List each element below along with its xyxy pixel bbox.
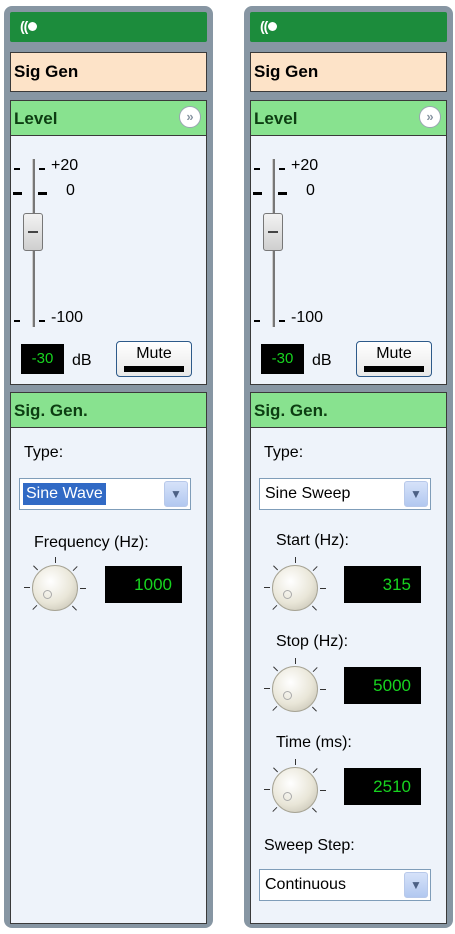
level-fader-thumb[interactable] <box>23 213 43 251</box>
rotary-knob-icon <box>32 565 78 611</box>
block-name-box[interactable]: Sig Gen <box>10 52 207 92</box>
rotary-knob-icon <box>272 565 318 611</box>
audio-block-icon: (( <box>20 18 38 34</box>
level-header-label: Level <box>14 109 58 128</box>
signal-generator-section: Sig. Gen. Type: Sine Wave ▼ Frequency (H… <box>10 392 207 924</box>
sweep-step-label: Sweep Step: <box>264 837 355 854</box>
time-knob[interactable] <box>264 759 326 821</box>
block-name-box[interactable]: Sig Gen <box>250 52 447 92</box>
scale-bottom-label: -100 <box>51 309 84 326</box>
rotary-knob-icon <box>272 666 318 712</box>
level-value-readout[interactable]: -30 <box>21 344 64 374</box>
siggen-header-label: Sig. Gen. <box>254 401 328 420</box>
frequency-label: Frequency (Hz): <box>34 534 149 551</box>
frequency-value-readout[interactable]: 1000 <box>105 566 182 603</box>
level-section-header[interactable]: Level » <box>251 101 446 136</box>
signal-generator-section: Sig. Gen. Type: Sine Sweep ▼ Start (Hz):… <box>250 392 447 924</box>
start-label: Start (Hz): <box>276 532 349 549</box>
block-title-bar[interactable]: (( <box>10 12 207 42</box>
start-knob[interactable] <box>264 557 326 619</box>
scale-top-label: +20 <box>51 157 79 174</box>
siggen-section-header[interactable]: Sig. Gen. <box>11 393 206 428</box>
sweep-step-dropdown-value: Continuous <box>265 876 346 893</box>
scale-top-label: +20 <box>291 157 319 174</box>
mute-button-label: Mute <box>376 345 412 362</box>
block-name: Sig Gen <box>14 62 79 81</box>
scale-bottom-label: -100 <box>291 309 324 326</box>
audio-block-icon: (( <box>260 18 278 34</box>
level-section-header[interactable]: Level » <box>11 101 206 136</box>
level-section: Level » +20 0 -100 -30 dB Mute <box>10 100 207 385</box>
stop-knob[interactable] <box>264 658 326 720</box>
mute-button-label: Mute <box>136 345 172 362</box>
collapse-chevron-icon[interactable]: » <box>419 106 441 128</box>
type-label: Type: <box>264 444 304 461</box>
scale-mid-label: 0 <box>66 182 75 199</box>
level-unit-label: dB <box>312 352 332 369</box>
stop-label: Stop (Hz): <box>276 633 349 650</box>
scale-mid-label: 0 <box>306 182 315 199</box>
time-value-readout[interactable]: 2510 <box>344 768 421 805</box>
type-dropdown[interactable]: Sine Sweep ▼ <box>259 478 431 510</box>
mute-indicator <box>124 366 184 372</box>
block-title-bar[interactable]: (( <box>250 12 447 42</box>
level-value-readout[interactable]: -30 <box>261 344 304 374</box>
type-dropdown-value: Sine Wave <box>23 483 106 505</box>
rotary-knob-icon <box>272 767 318 813</box>
type-dropdown-value: Sine Sweep <box>265 485 351 502</box>
block-name: Sig Gen <box>254 62 319 81</box>
level-unit-label: dB <box>72 352 92 369</box>
dropdown-arrow-icon[interactable]: ▼ <box>404 872 428 898</box>
sweep-step-dropdown[interactable]: Continuous ▼ <box>259 869 431 901</box>
collapse-chevron-icon[interactable]: » <box>179 106 201 128</box>
dropdown-arrow-icon[interactable]: ▼ <box>404 481 428 507</box>
time-label: Time (ms): <box>276 734 352 751</box>
siggen-section-header[interactable]: Sig. Gen. <box>251 393 446 428</box>
type-dropdown[interactable]: Sine Wave ▼ <box>19 478 191 510</box>
stop-value-readout[interactable]: 5000 <box>344 667 421 704</box>
mute-button[interactable]: Mute <box>356 341 432 377</box>
frequency-knob[interactable] <box>24 557 86 619</box>
dropdown-arrow-icon[interactable]: ▼ <box>164 481 188 507</box>
level-header-label: Level <box>254 109 298 128</box>
start-value-readout[interactable]: 315 <box>344 566 421 603</box>
level-fader-thumb[interactable] <box>263 213 283 251</box>
type-label: Type: <box>24 444 64 461</box>
siggen-header-label: Sig. Gen. <box>14 401 88 420</box>
mute-button[interactable]: Mute <box>116 341 192 377</box>
signal-generator-panel-2: (( Sig Gen Level » +20 0 -100 -30 dB Mut… <box>244 6 453 928</box>
signal-generator-panel-1: (( Sig Gen Level » +20 0 -100 -30 dB Mut… <box>4 6 213 928</box>
mute-indicator <box>364 366 424 372</box>
level-section: Level » +20 0 -100 -30 dB Mute <box>250 100 447 385</box>
